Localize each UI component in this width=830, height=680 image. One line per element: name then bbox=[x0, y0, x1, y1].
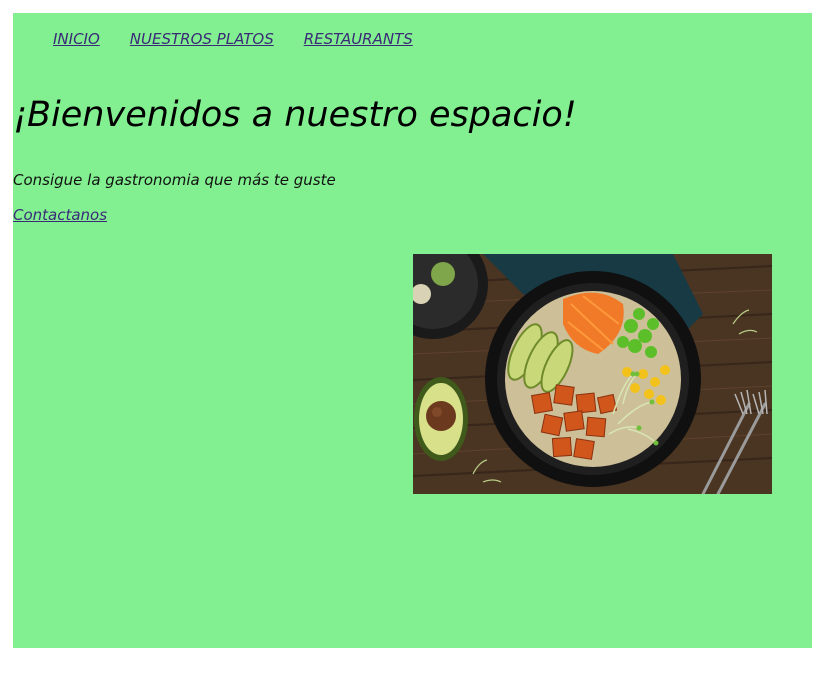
contact-link[interactable]: Contactanos bbox=[13, 206, 107, 224]
page-title: ¡Bienvenidos a nuestro espacio! bbox=[13, 95, 577, 135]
nav-link-nuestros-platos[interactable]: NUESTROS PLATOS bbox=[130, 30, 274, 48]
hero-subtitle: Consigue la gastronomia que más te guste bbox=[13, 171, 336, 189]
nav-link-restaurants[interactable]: RESTAURANTS bbox=[304, 30, 413, 48]
main-nav: INICIO NUESTROS PLATOS RESTAURANTS bbox=[53, 30, 413, 48]
page-container: INICIO NUESTROS PLATOS RESTAURANTS ¡Bien… bbox=[13, 13, 812, 648]
food-bowl-image bbox=[413, 254, 772, 494]
nav-link-inicio[interactable]: INICIO bbox=[53, 30, 100, 48]
